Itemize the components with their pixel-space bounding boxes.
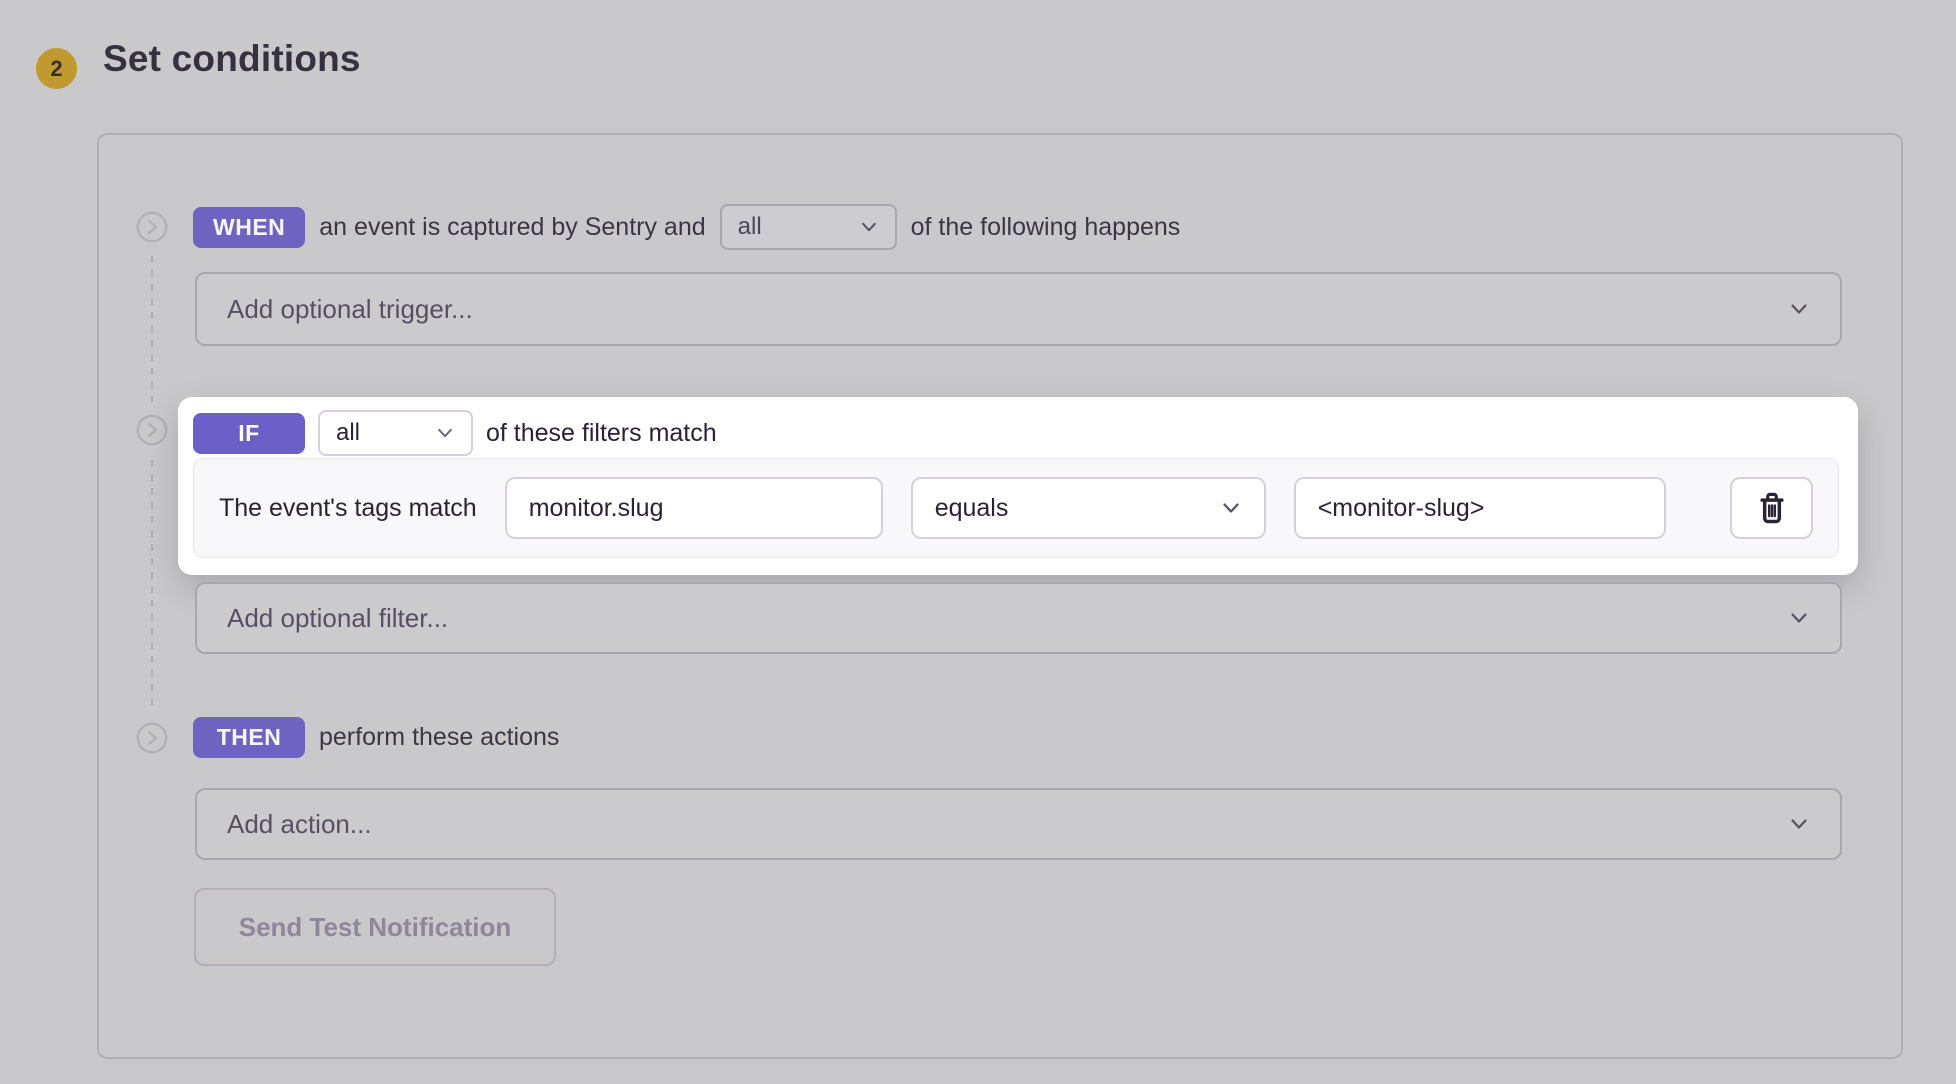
- add-filter-select[interactable]: Add optional filter...: [195, 582, 1842, 654]
- chevron-down-icon: [1220, 497, 1242, 519]
- chevron-down-icon: [435, 423, 455, 443]
- step-number: 2: [50, 56, 62, 82]
- add-action-placeholder: Add action...: [227, 809, 372, 840]
- chevron-right-circle-icon: [136, 722, 168, 754]
- filter-label: The event's tags match: [219, 494, 477, 523]
- tag-value-input[interactable]: <monitor-slug>: [1294, 477, 1666, 539]
- rail-connector: [151, 460, 153, 710]
- filter-condition-row: The event's tags match monitor.slug equa…: [193, 458, 1839, 558]
- add-trigger-select[interactable]: Add optional trigger...: [195, 272, 1842, 346]
- alert-rule-conditions-screen: 2 Set conditions WHEN an event is captur…: [0, 0, 1956, 1084]
- tag-match-select[interactable]: equals: [911, 477, 1266, 539]
- when-badge: WHEN: [193, 207, 305, 248]
- send-test-notification-button[interactable]: Send Test Notification: [194, 888, 556, 966]
- chevron-right-circle-icon: [136, 211, 168, 243]
- when-text-after: of the following happens: [911, 213, 1181, 242]
- then-text-after: perform these actions: [319, 723, 559, 752]
- when-match-select[interactable]: all: [720, 204, 897, 250]
- tag-value-value: <monitor-slug>: [1318, 494, 1485, 523]
- then-row: THEN perform these actions: [193, 717, 559, 758]
- add-filter-placeholder: Add optional filter...: [227, 603, 448, 634]
- trash-icon: [1756, 490, 1788, 526]
- chevron-right-circle-icon: [136, 414, 168, 446]
- chevron-down-icon: [1788, 813, 1810, 835]
- rail-connector: [151, 256, 153, 402]
- chevron-down-icon: [1788, 607, 1810, 629]
- if-row: IF all of these filters match: [193, 410, 717, 456]
- if-match-select-value: all: [336, 419, 360, 447]
- page-title: Set conditions: [103, 38, 361, 80]
- delete-filter-button[interactable]: [1730, 477, 1813, 539]
- when-text-before: an event is captured by Sentry and: [319, 213, 705, 242]
- tag-match-select-value: equals: [935, 494, 1009, 523]
- if-match-select[interactable]: all: [318, 410, 473, 456]
- if-badge: IF: [193, 413, 305, 454]
- step-number-badge: 2: [36, 48, 77, 89]
- then-badge: THEN: [193, 717, 305, 758]
- when-match-select-value: all: [738, 213, 762, 241]
- tag-key-input[interactable]: monitor.slug: [505, 477, 883, 539]
- send-test-notification-label: Send Test Notification: [239, 912, 512, 943]
- add-trigger-placeholder: Add optional trigger...: [227, 294, 473, 325]
- when-row: WHEN an event is captured by Sentry and …: [193, 204, 1180, 250]
- if-text-after: of these filters match: [486, 419, 717, 448]
- tag-key-value: monitor.slug: [529, 494, 664, 523]
- if-filters-card: IF all of these filters match The event'…: [178, 397, 1858, 575]
- chevron-down-icon: [1788, 298, 1810, 320]
- chevron-down-icon: [859, 217, 879, 237]
- add-action-select[interactable]: Add action...: [195, 788, 1842, 860]
